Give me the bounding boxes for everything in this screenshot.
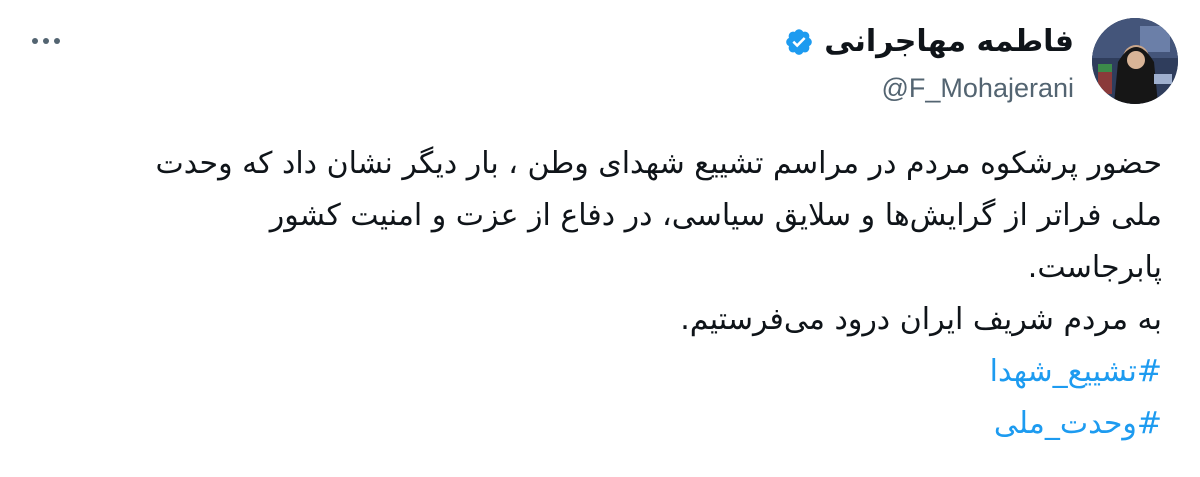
hashtag-link[interactable]: #وحدت_ملی (38, 398, 1162, 450)
profile-photo-avatar (1092, 18, 1178, 104)
verified-badge-icon (784, 27, 814, 57)
author-display-name[interactable]: فاطمه مهاجرانی (824, 20, 1074, 64)
hashtag-link[interactable]: #تشییع_شهدا (38, 346, 1162, 398)
tweet-body: حضور پرشکوه مردم در مراسم تشییع شهدای وط… (38, 138, 1162, 450)
tweet-text-line: پابرجاست. (1027, 250, 1162, 285)
tweet-card: فاطمه مهاجرانی @F_Mohajerani حضور پرشکوه… (0, 0, 1200, 477)
author-name-row: فاطمه مهاجرانی (784, 20, 1074, 64)
author-handle[interactable]: @F_Mohajerani (882, 70, 1075, 106)
more-options-button[interactable] (28, 26, 64, 56)
more-horizontal-icon (32, 38, 60, 44)
tweet-text-line: به مردم شریف ایران درود می‌فرستیم. (680, 302, 1162, 337)
tweet-text-line: ملی فراتر از گرایش‌ها و سلایق سیاسی، در … (269, 198, 1162, 233)
tweet-text-line: حضور پرشکوه مردم در مراسم تشییع شهدای وط… (155, 146, 1162, 181)
author-avatar[interactable] (1092, 18, 1178, 104)
